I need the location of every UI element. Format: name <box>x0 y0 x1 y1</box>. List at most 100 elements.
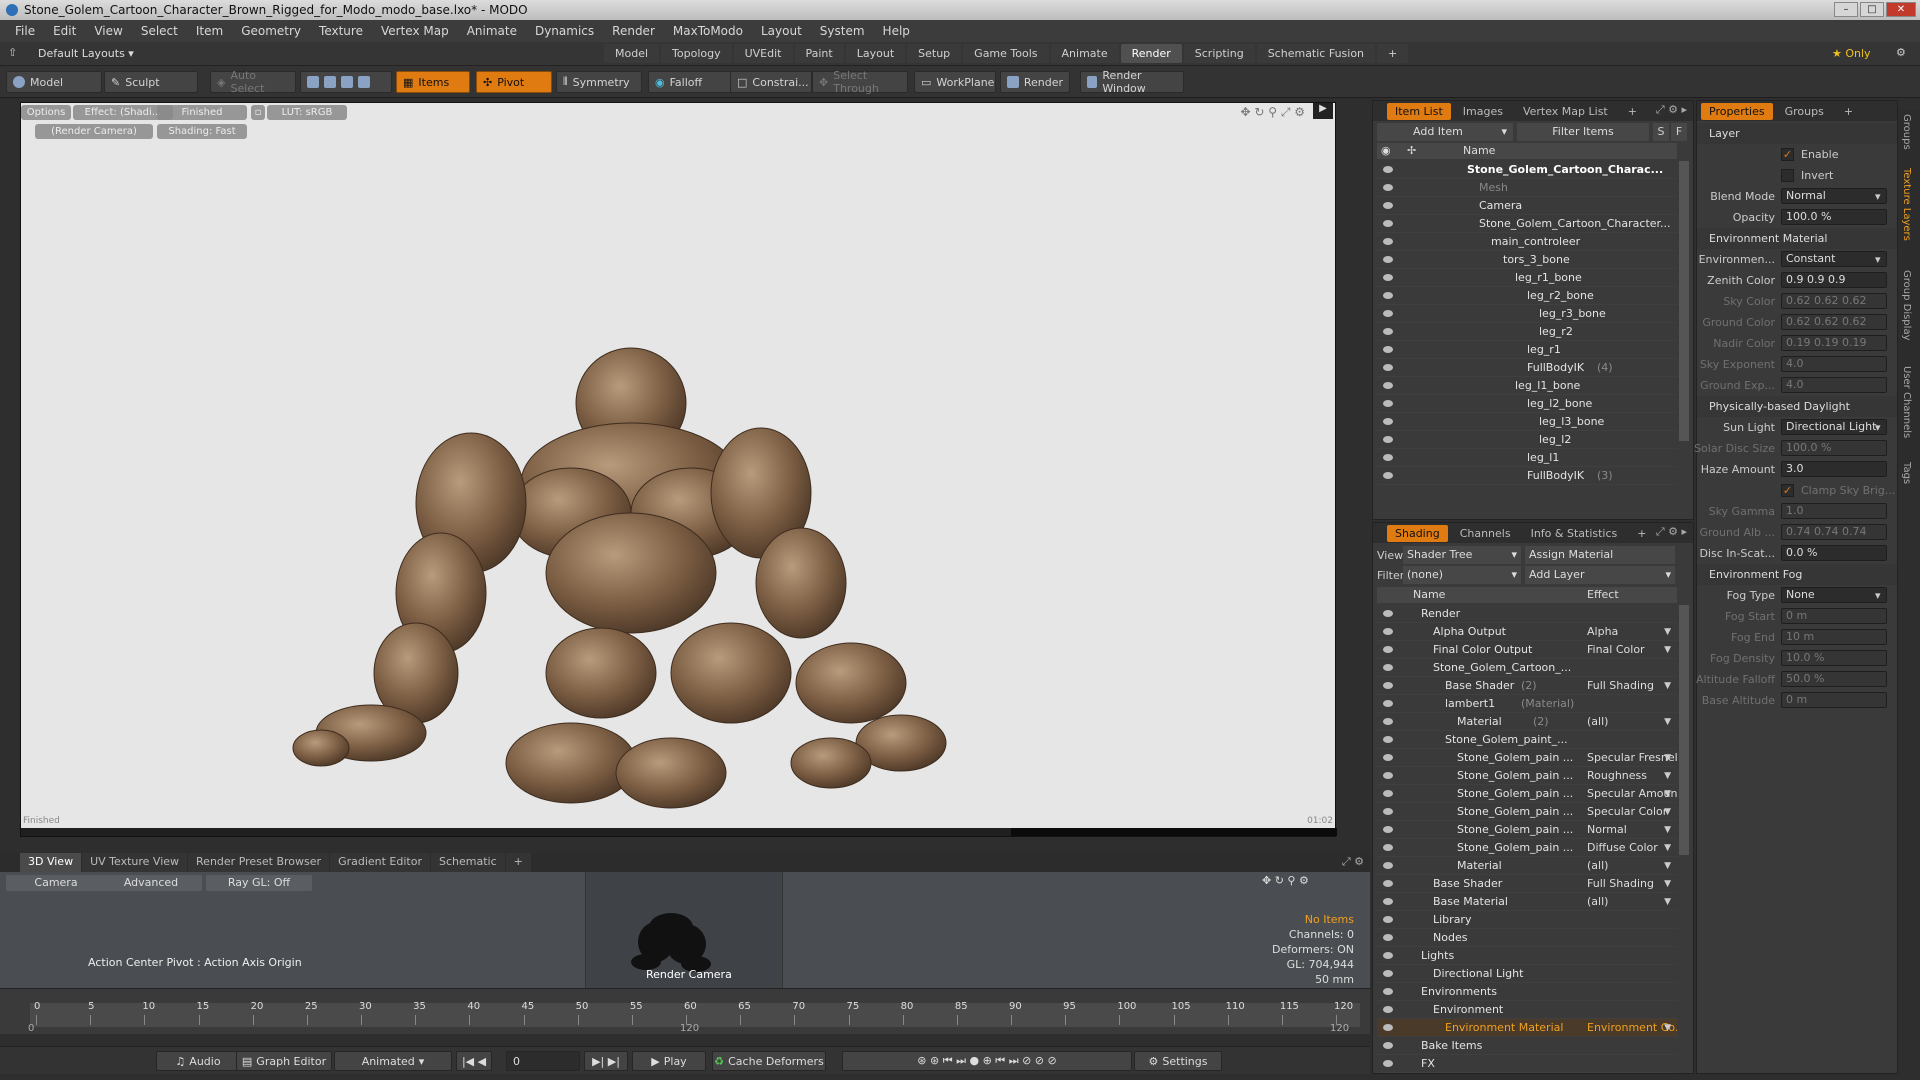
eye-icon[interactable] <box>1383 472 1393 479</box>
shader-tree-row[interactable]: Base Material (all) ▼ <box>1377 893 1677 911</box>
itemlist-tab-3[interactable]: + <box>1620 103 1645 120</box>
render-viewport[interactable]: Options Effect: (Shadi... Finished ▫ LUT… <box>20 102 1337 837</box>
eye-icon[interactable] <box>1383 772 1393 779</box>
eye-icon[interactable] <box>1383 808 1393 815</box>
workplane-button[interactable]: ▭ WorkPlane <box>914 71 996 93</box>
shader-tree-row[interactable]: Environments <box>1377 983 1677 1001</box>
play-button[interactable]: ▶ Play <box>632 1051 706 1071</box>
layout-tab-game-tools[interactable]: Game Tools <box>963 44 1049 63</box>
item-list-row[interactable]: leg_r1 <box>1377 341 1677 359</box>
menu-item[interactable]: Item <box>187 24 232 38</box>
eye-icon[interactable] <box>1383 916 1393 923</box>
skip-start-buttons[interactable]: |◀ ◀ <box>456 1051 492 1071</box>
render-camera-button[interactable]: (Render Camera) <box>35 124 153 139</box>
eye-icon[interactable] <box>1383 1006 1393 1013</box>
item-list-row[interactable]: leg_l2 <box>1377 431 1677 449</box>
eye-icon[interactable] <box>1383 700 1393 707</box>
eye-icon[interactable] <box>1383 628 1393 635</box>
menu-maxtomodo[interactable]: MaxToModo <box>664 24 752 38</box>
close-button[interactable]: ✕ <box>1886 2 1916 17</box>
item-list-row[interactable]: Camera <box>1377 197 1677 215</box>
shading-tab-1[interactable]: Channels <box>1452 525 1519 542</box>
select-through-button[interactable]: ✥ Select Through <box>812 69 908 95</box>
view-nav-icons[interactable]: ✥ ↻ ⚲ ⚙ <box>1262 874 1309 887</box>
menu-file[interactable]: File <box>6 24 44 38</box>
gear-icon[interactable]: ⚙ <box>1896 46 1906 59</box>
chevron-down-icon[interactable]: ▼ <box>1664 749 1671 767</box>
shader-tree-row[interactable]: Environment Material Environment Co... ▼ <box>1377 1019 1677 1037</box>
shader-tree-row[interactable]: Library <box>1377 911 1677 929</box>
add-layer-dropdown[interactable]: Add Layer ▾ <box>1525 566 1675 584</box>
raygl-button[interactable]: Ray GL: Off <box>206 875 312 891</box>
property-value[interactable]: 0 m <box>1781 692 1887 708</box>
shader-tree-row[interactable]: Stone_Golem_pain ... Diffuse Color ▼ <box>1377 839 1677 857</box>
selection-type-buttons[interactable] <box>300 71 392 93</box>
effect-value[interactable]: Full Shading <box>1587 677 1654 695</box>
chevron-down-icon[interactable]: ▼ <box>1664 785 1671 803</box>
property-value[interactable]: Directional Light <box>1781 419 1887 435</box>
material-select-icon[interactable] <box>358 76 370 88</box>
item-list-row[interactable]: FullBodyIK (4) <box>1377 359 1677 377</box>
checkbox[interactable]: ✓ <box>1781 484 1794 497</box>
property-value[interactable]: 100.0 % <box>1781 440 1887 456</box>
eye-icon[interactable] <box>1383 238 1393 245</box>
eye-icon[interactable] <box>1383 826 1393 833</box>
shader-tree-row[interactable]: Stone_Golem_pain ... Specular Color ▼ <box>1377 803 1677 821</box>
viewport-expand-arrow-icon[interactable]: ▶ <box>1313 103 1333 119</box>
shader-tree-row[interactable]: Base Shader Full Shading ▼ <box>1377 875 1677 893</box>
render-button[interactable]: Render <box>1000 71 1070 93</box>
viewport-nav-icons[interactable]: ✥ ↻ ⚲ ⤢ ⚙ <box>1240 105 1305 120</box>
shader-tree-row[interactable]: Lights <box>1377 947 1677 965</box>
side-tab-2[interactable]: Group Display <box>1901 270 1912 340</box>
menu-select[interactable]: Select <box>132 24 187 38</box>
property-section[interactable]: Physically-based Daylight <box>1697 396 1897 417</box>
eye-icon[interactable] <box>1383 970 1393 977</box>
menu-help[interactable]: Help <box>874 24 919 38</box>
model-mode-button[interactable]: Model <box>6 71 102 93</box>
effect-value[interactable]: Alpha <box>1587 623 1618 641</box>
chevron-down-icon[interactable]: ▼ <box>1664 1019 1671 1037</box>
shader-tree-row[interactable]: Environment <box>1377 1001 1677 1019</box>
layout-tab-add[interactable]: + <box>1377 44 1409 63</box>
shader-tree-row[interactable]: lambert1 (Material) <box>1377 695 1677 713</box>
property-section[interactable]: Environment Material <box>1697 228 1897 249</box>
effect-value[interactable]: (all) <box>1587 713 1608 731</box>
bottom-tab-5[interactable]: + <box>505 853 531 872</box>
menu-texture[interactable]: Texture <box>310 24 372 38</box>
shader-tree-row[interactable]: Material (2) (all) ▼ <box>1377 713 1677 731</box>
property-value[interactable]: 0.0 % <box>1781 545 1887 561</box>
itemlist-tab-2[interactable]: Vertex Map List <box>1515 103 1616 120</box>
only-toggle[interactable]: ★ Only <box>1832 47 1871 60</box>
chevron-down-icon[interactable]: ▼ <box>1664 713 1671 731</box>
menu-edit[interactable]: Edit <box>44 24 85 38</box>
item-list-row[interactable]: main_controleer <box>1377 233 1677 251</box>
bottom-tab-0[interactable]: 3D View <box>20 853 82 872</box>
pivot-mode-button[interactable]: ✣ Pivot <box>476 71 552 93</box>
layout-tab-topology[interactable]: Topology <box>661 44 732 63</box>
chevron-down-icon[interactable]: ▼ <box>1664 803 1671 821</box>
eye-icon[interactable] <box>1383 790 1393 797</box>
shader-tree-row[interactable]: Bake Items <box>1377 1037 1677 1055</box>
eye-icon[interactable] <box>1383 274 1393 281</box>
property-value[interactable]: 0.62 0.62 0.62 <box>1781 293 1887 309</box>
chevron-down-icon[interactable]: ▼ <box>1664 767 1671 785</box>
item-list-row[interactable]: tors_3_bone <box>1377 251 1677 269</box>
property-value[interactable]: Normal <box>1781 188 1887 204</box>
eye-icon[interactable] <box>1383 382 1393 389</box>
property-value[interactable]: 0.62 0.62 0.62 <box>1781 314 1887 330</box>
layout-tab-layout[interactable]: Layout <box>845 44 906 63</box>
advanced-button[interactable]: Advanced <box>100 875 202 891</box>
shader-tree-row[interactable]: Stone_Golem_pain ... Specular Fresnel ▼ <box>1377 749 1677 767</box>
shader-tree-row[interactable]: FX <box>1377 1055 1677 1073</box>
property-value[interactable]: 10 m <box>1781 629 1887 645</box>
render-window-button[interactable]: Render Window <box>1080 69 1184 95</box>
eye-icon[interactable] <box>1383 664 1393 671</box>
bottom-tab-3[interactable]: Gradient Editor <box>330 853 430 872</box>
layout-tab-paint[interactable]: Paint <box>794 44 844 63</box>
settings-button[interactable]: ⚙ Settings <box>1134 1051 1222 1071</box>
layout-tab-animate[interactable]: Animate <box>1050 44 1119 63</box>
eye-icon[interactable] <box>1383 418 1393 425</box>
filter-items-button[interactable]: Filter Items <box>1517 123 1649 141</box>
eye-icon[interactable] <box>1383 1042 1393 1049</box>
camera-button[interactable]: Camera <box>6 875 106 891</box>
